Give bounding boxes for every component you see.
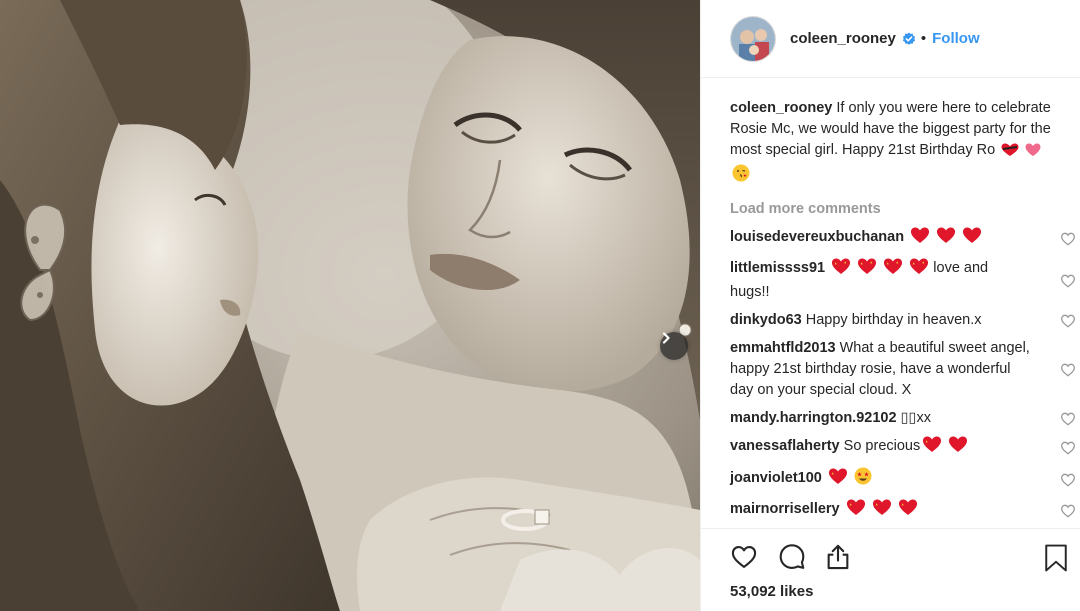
sparkling-heart-icon: [898, 499, 918, 523]
likes-count[interactable]: 53,092 likes: [730, 583, 813, 600]
separator-dot: •: [920, 30, 927, 47]
comment-item: vanessaflaherty So precious: [730, 436, 1076, 460]
like-comment-heart-icon[interactable]: [1060, 231, 1076, 247]
avatar-photo-illustration: [731, 16, 775, 61]
bookmark-icon[interactable]: [1043, 543, 1069, 573]
comment-item: emmahtfld2013 What a beautiful sweet ang…: [730, 338, 1076, 401]
red-heart-icon: [962, 227, 982, 251]
face-blowing-kiss-icon: [732, 164, 750, 189]
comment-text: ▯▯xx: [900, 410, 932, 426]
like-comment-heart-icon[interactable]: [1060, 440, 1076, 456]
sparkling-heart-icon: [872, 499, 892, 523]
comments-section: coleen_rooney If only you were here to c…: [730, 98, 1076, 523]
red-heart-icon: [936, 227, 956, 251]
like-comment-heart-icon[interactable]: [1060, 273, 1076, 289]
sparkling-heart-icon: [846, 499, 866, 523]
comment-username[interactable]: mandy.harrington.92102: [730, 410, 897, 426]
post-caption: coleen_rooney If only you were here to c…: [730, 98, 1060, 189]
comment-item: mairnorrisellery: [730, 499, 1076, 523]
comment-item: joanviolet100: [730, 467, 1076, 492]
sparkling-heart-icon: [828, 468, 848, 492]
star-struck-icon: [854, 467, 872, 492]
comment-item: mandy.harrington.92102 ▯▯xx: [730, 408, 1076, 429]
sparkling-heart-icon: [831, 258, 851, 282]
red-heart-icon: [948, 436, 968, 460]
comment-username[interactable]: mairnorrisellery: [730, 501, 840, 517]
comment-bubble-icon[interactable]: [777, 543, 807, 571]
sparkling-heart-icon: [922, 436, 942, 460]
chevron-right-icon: [662, 332, 670, 344]
comment-username[interactable]: joanviolet100: [730, 470, 822, 486]
comment-text: So precious: [843, 438, 921, 454]
comment-item: louisedevereuxbuchanan: [730, 227, 1076, 251]
comment-item: dinkydo63 Happy birthday in heaven.x: [730, 310, 1076, 331]
post-photo[interactable]: [0, 0, 700, 611]
red-heart-icon: [1025, 143, 1041, 164]
verified-badge-icon: [902, 32, 916, 46]
sparkling-heart-icon: [857, 258, 877, 282]
like-comment-heart-icon[interactable]: [1060, 362, 1076, 378]
next-photo-button[interactable]: [660, 332, 688, 360]
like-comment-heart-icon[interactable]: [1060, 472, 1076, 488]
heart-with-ribbon-icon: [1001, 143, 1019, 164]
like-comment-heart-icon[interactable]: [1060, 411, 1076, 427]
comment-username[interactable]: louisedevereuxbuchanan: [730, 229, 904, 245]
heart-outline-icon[interactable]: [729, 543, 759, 571]
comment-username[interactable]: emmahtfld2013: [730, 340, 836, 356]
caption-username[interactable]: coleen_rooney: [730, 100, 832, 116]
comment-text: Happy birthday in heaven.x: [805, 312, 982, 328]
like-comment-heart-icon[interactable]: [1060, 313, 1076, 329]
post-side-panel: coleen_rooney • Follow coleen_rooney If …: [700, 0, 1080, 611]
sparkling-heart-icon: [883, 258, 903, 282]
follow-button[interactable]: Follow: [932, 30, 980, 47]
comment-username[interactable]: dinkydo63: [730, 312, 802, 328]
load-more-comments-button[interactable]: Load more comments: [730, 199, 1060, 220]
sparkling-heart-icon: [909, 258, 929, 282]
author-username[interactable]: coleen_rooney: [790, 30, 896, 47]
like-comment-heart-icon[interactable]: [1060, 503, 1076, 519]
share-icon[interactable]: [823, 543, 853, 571]
sepia-photo-illustration: [0, 0, 700, 611]
comment-username[interactable]: vanessaflaherty: [730, 438, 840, 454]
comment-item: littlemissss91 love and hugs!!: [730, 258, 1076, 303]
post-header: coleen_rooney • Follow: [701, 0, 1080, 78]
instagram-post: coleen_rooney • Follow coleen_rooney If …: [0, 0, 1080, 611]
comment-username[interactable]: littlemissss91: [730, 260, 825, 276]
red-heart-icon: [910, 227, 930, 251]
post-actions-bar: 53,092 likes: [701, 528, 1080, 611]
avatar[interactable]: [730, 15, 776, 62]
